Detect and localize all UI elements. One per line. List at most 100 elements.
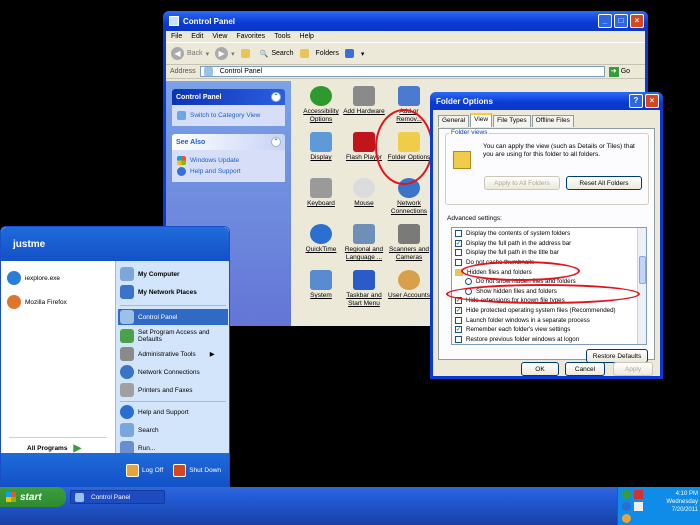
switch-view-icon	[177, 110, 186, 120]
setting-row[interactable]: Launch folder windows in a separate proc…	[455, 315, 646, 325]
taskbar-start-menu-item[interactable]: Taskbar and Start Menu	[341, 270, 387, 308]
quicktime-item[interactable]: QuickTime	[298, 224, 344, 254]
up-button[interactable]	[240, 49, 254, 58]
my-computer-item[interactable]: My Computer	[120, 267, 180, 281]
mouse-icon	[353, 178, 375, 198]
computer-icon	[120, 267, 134, 281]
scanners-cameras-item[interactable]: Scanners and Cameras	[386, 224, 432, 262]
menu-view[interactable]: View	[212, 33, 227, 40]
printers-faxes-item[interactable]: Printers and Faxes	[120, 383, 193, 397]
search-button[interactable]: 🔍 Search	[260, 50, 294, 58]
user-accounts-item[interactable]: User Accounts	[386, 270, 432, 300]
control-panel-item[interactable]: Control Panel	[118, 309, 228, 325]
program-firefox[interactable]: Mozilla Firefox	[7, 295, 67, 309]
setting-row[interactable]: ✓ Remember each folder's view settings	[455, 325, 646, 335]
help-support-link[interactable]: Help and Support	[177, 166, 280, 177]
title-bar[interactable]: Control Panel	[163, 11, 648, 31]
setting-row[interactable]: Restore previous folder windows at logon	[455, 335, 646, 344]
collapse-chevron-icon[interactable]: ⌃	[271, 92, 281, 102]
clock[interactable]: 4:10 PM Wednesday 7/20/2011	[650, 490, 698, 514]
tray-uptime-icon[interactable]	[622, 490, 631, 499]
tray-mail-icon[interactable]	[634, 490, 643, 499]
checkbox[interactable]	[455, 335, 462, 343]
go-button[interactable]: ➜ Go	[608, 66, 630, 77]
menu-edit[interactable]: Edit	[191, 33, 203, 40]
cancel-button[interactable]: Cancel	[565, 362, 605, 376]
address-bar: Address Control Panel ➜ Go	[166, 65, 645, 79]
settings-scrollbar[interactable]	[637, 228, 646, 344]
control-panel-header[interactable]: Control Panel ⌃	[172, 89, 285, 105]
accessibility-options-item[interactable]: Accessibility Options	[298, 86, 344, 124]
setting-row[interactable]: Display the contents of system folders	[455, 229, 646, 239]
setting-row[interactable]: ✓ Hide protected operating system files (…	[455, 306, 646, 316]
dialog-close-button[interactable]: ×	[645, 94, 659, 108]
help-button[interactable]: ?	[629, 94, 643, 108]
display-item[interactable]: Display	[298, 132, 344, 162]
folders-button[interactable]: Folders	[299, 49, 339, 58]
checkbox-checked[interactable]: ✓	[455, 239, 462, 247]
folder-views-icon	[453, 151, 471, 169]
maximize-button[interactable]: □	[614, 14, 628, 28]
tray-volume-icon[interactable]	[634, 502, 643, 511]
tray-network-icon[interactable]	[622, 502, 631, 511]
start-menu-footer: Log Off Shut Down	[1, 453, 229, 487]
menu-favorites[interactable]: Favorites	[236, 33, 265, 40]
checkbox[interactable]	[455, 249, 462, 257]
scrollbar-thumb[interactable]	[639, 256, 646, 284]
my-network-places-item[interactable]: My Network Places	[120, 285, 197, 299]
back-button[interactable]: ◀ Back ▾	[171, 47, 209, 60]
tab-view[interactable]: View	[470, 113, 493, 127]
see-also-header[interactable]: See Also ⌃	[172, 134, 285, 150]
shut-down-button[interactable]: Shut Down	[173, 463, 221, 477]
windows-update-link[interactable]: Windows Update	[177, 155, 280, 166]
checkbox-checked[interactable]: ✓	[455, 307, 462, 315]
users-icon	[398, 270, 420, 290]
keyboard-item[interactable]: Keyboard	[298, 178, 344, 208]
checkbox[interactable]	[455, 259, 462, 267]
views-button[interactable]: ▾	[344, 49, 364, 58]
switch-view-link[interactable]: Switch to Category View	[177, 110, 280, 121]
clock-date: 7/20/2011	[671, 507, 698, 513]
setting-row[interactable]: ✓ Display the full path in the address ba…	[455, 239, 646, 249]
add-hardware-item[interactable]: Add Hardware	[341, 86, 387, 116]
tab-general[interactable]: General	[438, 115, 470, 127]
checkbox-checked[interactable]: ✓	[455, 326, 462, 334]
program-access-icon	[120, 329, 134, 343]
mouse-item[interactable]: Mouse	[341, 178, 387, 208]
search-item[interactable]: Search	[120, 423, 159, 437]
collapse-chevron-icon[interactable]: ⌃	[271, 137, 281, 147]
menu-help[interactable]: Help	[300, 33, 314, 40]
forward-button[interactable]: ▶ ▾	[215, 47, 235, 60]
highlight-ellipse	[461, 261, 580, 281]
administrative-tools-item[interactable]: Administrative Tools ▶	[120, 347, 215, 361]
address-input[interactable]: Control Panel	[199, 66, 605, 77]
quicktime-icon	[310, 224, 332, 244]
reset-all-folders-button[interactable]: Reset All Folders	[566, 176, 642, 190]
apply-button[interactable]: Apply	[613, 362, 653, 376]
taskbar-control-panel-button[interactable]: Control Panel	[70, 490, 165, 504]
ok-button[interactable]: OK	[521, 362, 559, 376]
tab-offline-files[interactable]: Offline Files	[531, 115, 574, 127]
radio-button[interactable]	[465, 278, 472, 286]
tab-file-types[interactable]: File Types	[493, 115, 531, 127]
flash-icon	[353, 132, 375, 152]
program-iexplore[interactable]: iexplore.exe	[7, 271, 60, 285]
checkbox[interactable]	[455, 230, 462, 238]
log-off-button[interactable]: Log Off	[126, 463, 163, 477]
system-item[interactable]: System	[298, 270, 344, 300]
help-support-item[interactable]: Help and Support	[120, 405, 189, 419]
close-button[interactable]: ×	[630, 14, 644, 28]
checkbox[interactable]	[455, 316, 462, 324]
folders-icon	[299, 49, 309, 58]
menu-tools[interactable]: Tools	[274, 33, 290, 40]
setting-row[interactable]: Display the full path in the title bar	[455, 248, 646, 258]
network-connections-item[interactable]: Network Connections	[120, 365, 200, 379]
restore-defaults-button[interactable]: Restore Defaults	[586, 349, 648, 363]
minimize-button[interactable]: _	[598, 14, 612, 28]
start-button[interactable]: start	[0, 487, 66, 507]
regional-language-item[interactable]: Regional and Language ...	[341, 224, 387, 262]
menu-file[interactable]: File	[171, 33, 182, 40]
tray-update-icon[interactable]	[622, 514, 631, 523]
set-program-access-item[interactable]: Set Program Access and Defaults	[120, 329, 226, 343]
apply-to-all-folders-button[interactable]: Apply to All Folders	[484, 176, 560, 190]
